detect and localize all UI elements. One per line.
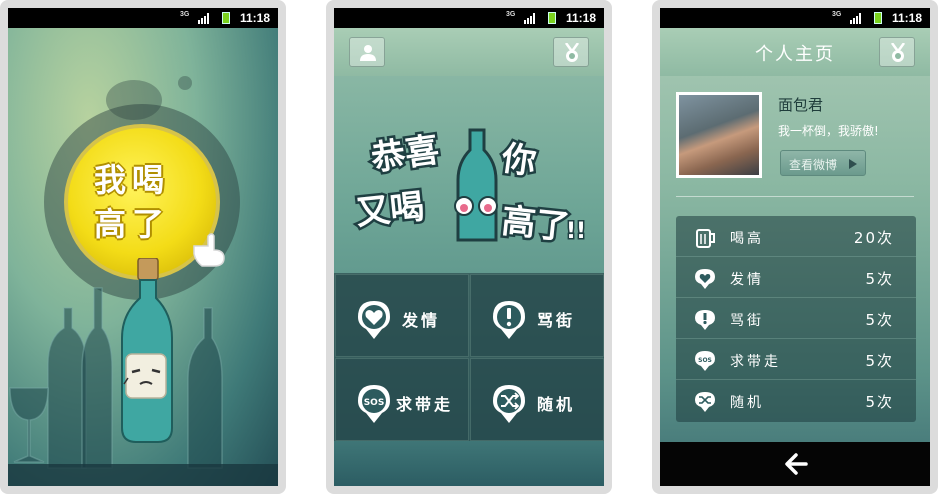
- bubble-decoration: [106, 80, 162, 120]
- play-arrow-icon: [849, 159, 857, 169]
- stat-label: 骂街: [730, 313, 764, 329]
- splash-screen: 3G 11:18 我喝 高了: [8, 8, 278, 486]
- pointing-hand-icon: [193, 233, 225, 267]
- menu-item-curse[interactable]: 骂街: [470, 274, 604, 357]
- svg-text:SOS: SOS: [364, 398, 385, 408]
- status-bar: 3G 11:18: [334, 8, 604, 28]
- stat-count: 5次: [865, 393, 894, 411]
- exclamation-pin-icon: [695, 310, 715, 330]
- top-bar: [334, 28, 604, 76]
- bottom-area: [334, 441, 604, 486]
- profile-screen: 3G 11:18 个人主页 面包君 我一杯倒，我骄傲! 查看微博 喝高 20次 …: [660, 8, 930, 486]
- stat-label: 喝高: [730, 231, 764, 247]
- battery-icon: [874, 12, 882, 24]
- heart-pin-icon: [358, 301, 390, 339]
- network-indicator: 3G: [832, 11, 842, 18]
- stat-label: 发情: [730, 272, 764, 288]
- medal-icon: [890, 43, 906, 62]
- divider: [676, 196, 914, 197]
- heart-pin-icon: [695, 269, 715, 289]
- svg-text:!!: !!: [566, 219, 586, 244]
- view-weibo-button[interactable]: 查看微博: [780, 150, 866, 176]
- menu-item-random[interactable]: 随机: [470, 358, 604, 441]
- phone-home: 3G 11:18 恭喜 你 又喝 高了 !! 发情 骂街 SOS 求带走 随机: [326, 0, 612, 494]
- svg-text:SOS: SOS: [698, 357, 712, 364]
- stat-count: 5次: [865, 311, 894, 329]
- menu-item-label: 求带走: [396, 395, 454, 414]
- profile-background: 个人主页 面包君 我一杯倒，我骄傲! 查看微博 喝高 20次 发情 5次 骂街 …: [660, 28, 930, 486]
- bubble-decoration: [178, 76, 192, 90]
- stats-list: 喝高 20次 发情 5次 骂街 5次 SOS 求带走 5次 随机 5次: [676, 216, 916, 422]
- profile-button[interactable]: [349, 37, 385, 67]
- clock: 11:18: [239, 11, 270, 25]
- shuffle-pin-icon: [695, 392, 715, 412]
- clock: 11:18: [891, 11, 922, 25]
- status-bar: 3G 11:18: [8, 8, 278, 28]
- network-indicator: 3G: [506, 11, 516, 18]
- back-arrow-icon[interactable]: [784, 452, 808, 476]
- clock: 11:18: [565, 11, 596, 25]
- svg-text:恭喜: 恭喜: [368, 130, 442, 179]
- svg-text:高了: 高了: [500, 201, 572, 248]
- stat-row: 发情 5次: [676, 257, 916, 298]
- medal-button[interactable]: [879, 37, 915, 67]
- medal-button[interactable]: [553, 37, 589, 67]
- signal-icon: [524, 13, 535, 24]
- stat-row: SOS 求带走 5次: [676, 339, 916, 380]
- shuffle-pin-icon: [493, 385, 525, 423]
- stat-row: 喝高 20次: [676, 216, 916, 257]
- logo-line-2: 高了: [94, 205, 171, 243]
- svg-text:你: 你: [498, 138, 538, 182]
- signal-icon: [198, 13, 209, 24]
- action-menu: 发情 骂街 SOS 求带走 随机: [334, 273, 604, 441]
- stat-label: 随机: [730, 395, 764, 411]
- view-weibo-label: 查看微博: [789, 158, 838, 172]
- stat-count: 5次: [865, 352, 894, 370]
- app-logo-text: 我喝 高了: [94, 158, 204, 246]
- beer-mug-icon: [696, 229, 715, 248]
- phone-splash: 3G 11:18 我喝 高了: [0, 0, 286, 494]
- network-indicator: 3G: [180, 11, 190, 18]
- stat-row: 随机 5次: [676, 380, 916, 421]
- sos-pin-icon: SOS: [695, 351, 715, 371]
- user-name: 面包君: [778, 96, 824, 114]
- signal-icon: [850, 13, 861, 24]
- home-screen: 3G 11:18 恭喜 你 又喝 高了 !! 发情 骂街 SOS 求带走 随机: [334, 8, 604, 486]
- phone-profile: 3G 11:18 个人主页 面包君 我一杯倒，我骄傲! 查看微博 喝高 20次 …: [652, 0, 938, 494]
- svg-text:又喝: 又喝: [354, 187, 426, 234]
- splash-background: 我喝 高了: [8, 28, 278, 486]
- battery-icon: [548, 12, 556, 24]
- bottle-mascot-icon: [121, 258, 173, 443]
- avatar: [676, 92, 762, 178]
- exclamation-pin-icon: [493, 301, 525, 339]
- stat-count: 20次: [853, 229, 894, 247]
- stat-row: 骂街 5次: [676, 298, 916, 339]
- menu-item-label: 发情: [402, 311, 441, 330]
- logo-line-1: 我喝: [94, 161, 171, 199]
- home-background: 恭喜 你 又喝 高了 !! 发情 骂街 SOS 求带走 随机: [334, 28, 604, 486]
- status-bar: 3G 11:18: [660, 8, 930, 28]
- stat-count: 5次: [865, 270, 894, 288]
- medal-icon: [564, 43, 580, 62]
- menu-item-sos[interactable]: SOS 求带走: [335, 358, 469, 441]
- stat-label: 求带走: [730, 354, 781, 370]
- menu-item-flirt[interactable]: 发情: [335, 274, 469, 357]
- user-status: 我一杯倒，我骄傲!: [778, 124, 879, 138]
- user-icon: [360, 45, 376, 61]
- menu-item-label: 随机: [537, 395, 576, 414]
- congrats-banner: 恭喜 你 又喝 高了 !!: [352, 127, 588, 250]
- menu-item-label: 骂街: [537, 311, 576, 330]
- top-bar: 个人主页: [660, 28, 930, 76]
- sos-pin-icon: SOS: [358, 385, 390, 423]
- bottom-bar: [660, 442, 930, 486]
- battery-icon: [222, 12, 230, 24]
